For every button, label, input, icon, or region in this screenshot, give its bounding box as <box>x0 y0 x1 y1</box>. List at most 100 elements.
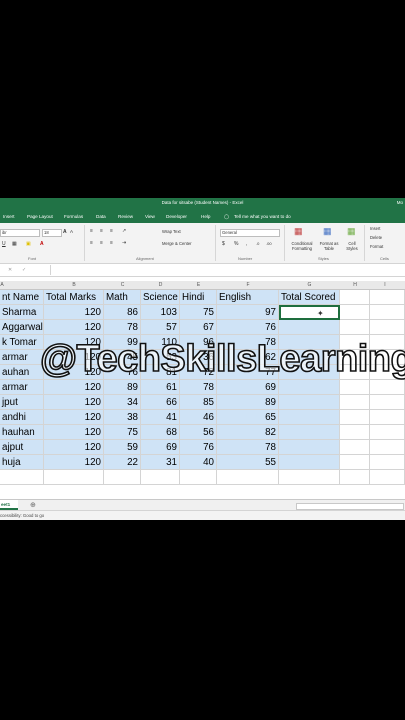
wrap-text-button[interactable]: Wrap Text <box>162 229 181 234</box>
table-cell[interactable]: 76 <box>217 320 279 335</box>
tab-review[interactable]: Review <box>118 214 133 219</box>
tab-developer[interactable]: Developer <box>166 214 187 219</box>
table-cell[interactable]: 120 <box>44 425 104 440</box>
empty-cell[interactable] <box>370 470 405 485</box>
table-cell[interactable]: 120 <box>44 320 104 335</box>
column-header[interactable]: G <box>279 282 340 288</box>
column-header[interactable]: H <box>340 282 370 288</box>
empty-cell[interactable] <box>0 470 44 485</box>
table-cell[interactable]: 38 <box>104 410 141 425</box>
empty-cell[interactable] <box>141 470 180 485</box>
cancel-icon[interactable]: ✕ <box>8 267 12 273</box>
table-cell[interactable]: 57 <box>141 320 180 335</box>
column-header[interactable]: I <box>370 282 400 288</box>
empty-cell[interactable] <box>340 380 370 395</box>
empty-cell[interactable] <box>340 290 370 305</box>
empty-cell[interactable] <box>340 305 370 320</box>
tab-data[interactable]: Data <box>96 214 106 219</box>
table-cell[interactable]: 75 <box>104 425 141 440</box>
empty-cell[interactable] <box>340 410 370 425</box>
empty-cell[interactable] <box>104 470 141 485</box>
empty-cell[interactable] <box>279 470 340 485</box>
empty-cell[interactable] <box>370 320 405 335</box>
table-cell[interactable]: 69 <box>217 380 279 395</box>
table-cell[interactable]: 46 <box>180 410 217 425</box>
table-cell[interactable]: 89 <box>217 395 279 410</box>
table-cell[interactable]: 86 <box>104 305 141 320</box>
active-cell[interactable]: ✦ <box>279 305 340 320</box>
column-header[interactable]: A <box>0 282 4 288</box>
fill-color-icon[interactable]: ▣ <box>26 241 31 247</box>
table-cell[interactable]: 40 <box>180 455 217 470</box>
table-cell[interactable]: 22 <box>104 455 141 470</box>
table-cell[interactable]: 68 <box>141 425 180 440</box>
tab-page-layout[interactable]: Page Layout <box>27 214 53 219</box>
tab-help[interactable]: Help <box>201 214 210 219</box>
table-cell[interactable]: 67 <box>180 320 217 335</box>
decrease-decimal-icon[interactable]: .00 <box>266 241 272 246</box>
table-cell[interactable]: 78 <box>217 440 279 455</box>
empty-cell[interactable] <box>340 320 370 335</box>
empty-cell[interactable] <box>340 470 370 485</box>
comma-icon[interactable]: , <box>246 241 247 247</box>
table-cell[interactable]: 120 <box>44 455 104 470</box>
table-cell[interactable] <box>279 380 340 395</box>
table-cell[interactable]: auhan <box>0 365 44 380</box>
table-cell[interactable]: 34 <box>104 395 141 410</box>
empty-cell[interactable] <box>180 470 217 485</box>
table-cell[interactable]: 89 <box>104 380 141 395</box>
table-cell[interactable]: 78 <box>180 380 217 395</box>
table-cell[interactable]: 120 <box>44 305 104 320</box>
empty-cell[interactable] <box>370 380 405 395</box>
delete-cells-button[interactable]: Delete <box>370 235 382 240</box>
table-cell[interactable]: 61 <box>141 380 180 395</box>
table-cell[interactable]: jput <box>0 395 44 410</box>
horizontal-scrollbar[interactable] <box>296 503 404 510</box>
empty-cell[interactable] <box>370 395 405 410</box>
table-cell[interactable]: 103 <box>141 305 180 320</box>
cell-styles-button[interactable]: Cell Styles <box>343 241 361 251</box>
table-cell[interactable]: huja <box>0 455 44 470</box>
table-cell[interactable]: 66 <box>141 395 180 410</box>
empty-cell[interactable] <box>370 305 405 320</box>
empty-cell[interactable] <box>370 455 405 470</box>
header-cell[interactable]: English <box>217 290 279 305</box>
decrease-font-icon[interactable]: A <box>70 229 73 234</box>
align-left-icon[interactable]: ≡ <box>90 240 93 246</box>
table-cell[interactable]: 120 <box>44 410 104 425</box>
table-cell[interactable]: 65 <box>217 410 279 425</box>
empty-cell[interactable] <box>217 470 279 485</box>
table-cell[interactable]: Aggarwal <box>0 320 44 335</box>
table-cell[interactable]: 31 <box>141 455 180 470</box>
table-cell[interactable]: 82 <box>217 425 279 440</box>
column-header[interactable]: F <box>217 282 279 288</box>
table-cell[interactable]: Sharma <box>0 305 44 320</box>
empty-cell[interactable] <box>370 410 405 425</box>
header-cell[interactable]: Total Marks <box>44 290 104 305</box>
table-cell[interactable]: 76 <box>180 440 217 455</box>
table-cell[interactable]: andhi <box>0 410 44 425</box>
table-cell[interactable]: k Tomar <box>0 335 44 350</box>
table-cell[interactable]: 120 <box>44 440 104 455</box>
align-right-icon[interactable]: ≡ <box>110 240 113 246</box>
empty-cell[interactable] <box>340 455 370 470</box>
increase-font-icon[interactable]: A <box>63 229 67 235</box>
enter-icon[interactable]: ✓ <box>22 267 26 273</box>
header-cell[interactable]: nt Name <box>0 290 44 305</box>
underline-icon[interactable]: U <box>2 241 6 247</box>
empty-cell[interactable] <box>340 440 370 455</box>
table-cell[interactable]: 56 <box>180 425 217 440</box>
font-name-box[interactable]: ibr <box>0 229 40 237</box>
currency-icon[interactable]: $ <box>222 241 225 247</box>
header-cell[interactable]: Science <box>141 290 180 305</box>
conditional-formatting-button[interactable]: Conditional Formatting <box>288 241 316 251</box>
number-format-box[interactable]: General <box>220 229 280 237</box>
table-cell[interactable]: hauhan <box>0 425 44 440</box>
table-cell[interactable]: 78 <box>104 320 141 335</box>
tab-formulas[interactable]: Formulas <box>64 214 83 219</box>
increase-decimal-icon[interactable]: .0 <box>256 241 259 246</box>
empty-cell[interactable] <box>370 425 405 440</box>
table-cell[interactable] <box>279 425 340 440</box>
column-header[interactable]: B <box>44 282 104 288</box>
table-cell[interactable]: 41 <box>141 410 180 425</box>
